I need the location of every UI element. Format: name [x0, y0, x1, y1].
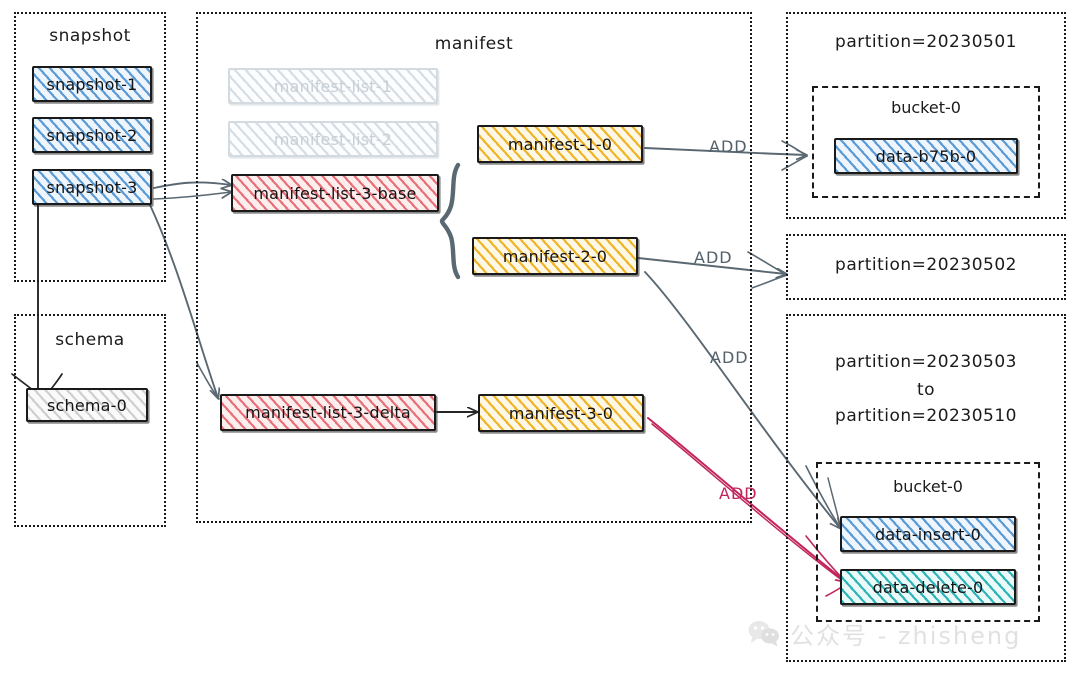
node-snapshot-1[interactable]: snapshot-1: [32, 66, 152, 102]
node-data-delete-0[interactable]: data-delete-0: [840, 569, 1016, 605]
node-data-insert-0-label: data-insert-0: [875, 524, 981, 544]
bucket-top-title: bucket-0: [891, 98, 961, 117]
node-manifest-2-0[interactable]: manifest-2-0: [472, 237, 638, 275]
edge-label-add-3: ADD: [710, 348, 749, 367]
edge-label-add-2: ADD: [694, 248, 733, 267]
node-manifest-list-2[interactable]: manifest-list-2: [228, 121, 438, 157]
diagram-canvas: snapshot schema manifest partition=20230…: [0, 0, 1080, 676]
node-data-delete-0-label: data-delete-0: [872, 577, 984, 597]
node-manifest-list-3-delta-label: manifest-list-3-delta: [245, 403, 411, 422]
node-manifest-3-0-label: manifest-3-0: [508, 403, 614, 423]
node-snapshot-3-label: snapshot-3: [46, 177, 138, 197]
node-snapshot-2-label: snapshot-2: [46, 125, 138, 145]
node-manifest-list-3-base-label: manifest-list-3-base: [253, 183, 417, 203]
node-manifest-3-0[interactable]: manifest-3-0: [478, 394, 644, 432]
node-data-b75b-0[interactable]: data-b75b-0: [834, 138, 1018, 174]
node-manifest-list-1[interactable]: manifest-list-1: [228, 68, 438, 104]
edge-label-add-1: ADD: [709, 137, 748, 156]
region-manifest-title: manifest: [434, 34, 514, 54]
node-schema-0[interactable]: schema-0: [26, 388, 148, 422]
region-schema-title: schema: [55, 330, 125, 350]
region-partition-range-line2: to: [916, 380, 936, 400]
region-partition-20230502-title: partition=20230502: [835, 255, 1017, 275]
node-data-insert-0[interactable]: data-insert-0: [840, 516, 1016, 552]
node-manifest-2-0-label: manifest-2-0: [502, 246, 608, 266]
node-snapshot-1-label: snapshot-1: [46, 74, 138, 94]
wechat-icon: [748, 620, 779, 646]
watermark: 公众号 - zhisheng: [748, 616, 1021, 651]
node-manifest-list-3-delta[interactable]: manifest-list-3-delta: [220, 394, 436, 431]
watermark-text: 公众号 - zhisheng: [790, 622, 1022, 650]
edge-label-add-4: ADD: [719, 484, 758, 503]
node-snapshot-2[interactable]: snapshot-2: [32, 117, 152, 153]
node-schema-0-label: schema-0: [46, 395, 128, 415]
node-snapshot-3[interactable]: snapshot-3: [32, 169, 152, 205]
node-manifest-list-1-label: manifest-list-1: [273, 76, 393, 96]
node-manifest-list-2-label: manifest-list-2: [273, 129, 393, 149]
region-partition-range-line3: partition=20230510: [835, 406, 1017, 426]
region-snapshot-title: snapshot: [49, 26, 131, 46]
node-data-b75b-0-label: data-b75b-0: [875, 146, 977, 166]
node-manifest-1-0-label: manifest-1-0: [507, 134, 613, 154]
region-partition-range-line1: partition=20230503: [835, 352, 1017, 372]
bucket-bottom-title: bucket-0: [893, 477, 963, 496]
node-manifest-list-3-base[interactable]: manifest-list-3-base: [231, 174, 439, 212]
node-manifest-1-0[interactable]: manifest-1-0: [477, 125, 643, 163]
region-partition-20230501-title: partition=20230501: [835, 32, 1017, 52]
